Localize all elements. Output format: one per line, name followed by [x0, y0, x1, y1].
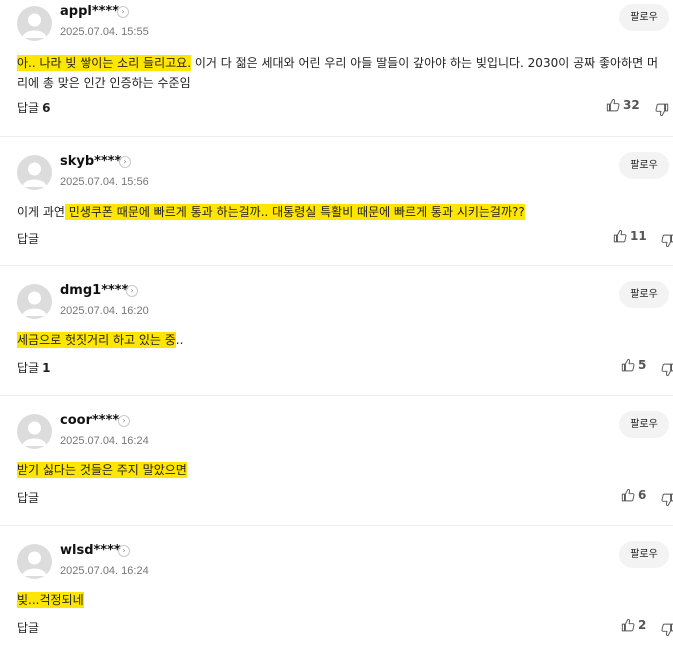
reply-label: 답글	[17, 491, 40, 505]
thumbs-down-icon	[661, 234, 673, 248]
highlighted-text: 빚...걱정되네	[17, 592, 84, 608]
highlighted-text: 민생쿠폰 때문에 빠르게 통과 하는걸까.. 대통령실 특활비 때문에 빠르게 …	[64, 204, 525, 220]
highlighted-text: 세금으로 헛짓거리 하고 있는 중	[17, 332, 176, 348]
thumbs-up-icon	[621, 358, 635, 372]
comment-item: skyb**** › 2025.07.04. 15:56 팔로우 이게 과연 민…	[0, 137, 673, 266]
comment-item: wlsd**** › 2025.07.04. 16:24 팔로우 빚...걱정되…	[0, 526, 673, 656]
comment-text: 아.. 나라 빚 쌓이는 소리 들리고요. 이거 다 젊은 세대와 어린 우리 …	[17, 53, 667, 93]
thumbs-down-icon	[661, 363, 673, 377]
like-button[interactable]: 6	[621, 488, 646, 502]
profile-chevron-icon[interactable]: ›	[117, 6, 129, 18]
reply-button[interactable]: 답글	[17, 489, 39, 506]
thumbs-up-icon	[621, 488, 635, 502]
dislike-button[interactable]	[655, 102, 669, 121]
thumbs-up-icon	[613, 229, 627, 243]
reply-label: 답글	[17, 232, 40, 246]
comment-list: appl**** › 2025.07.04. 15:55 팔로우 아.. 나라 …	[0, 0, 673, 656]
default-avatar-icon	[22, 421, 47, 446]
reply-label: 답글	[17, 361, 40, 375]
reply-button[interactable]: 답글	[17, 619, 39, 636]
follow-button[interactable]: 팔로우	[619, 411, 669, 438]
reply-count: 1	[42, 361, 51, 375]
follow-button[interactable]: 팔로우	[619, 281, 669, 308]
default-avatar-icon	[22, 162, 47, 187]
reply-button[interactable]: 답글 6	[17, 99, 50, 116]
comment-item: appl**** › 2025.07.04. 15:55 팔로우 아.. 나라 …	[0, 0, 673, 137]
profile-chevron-icon[interactable]: ›	[119, 156, 131, 168]
like-count: 2	[638, 618, 647, 632]
reply-label: 답글	[17, 621, 40, 635]
avatar[interactable]	[17, 155, 52, 190]
highlighted-text: 아.. 나라 빚 쌓이는 소리 들리고요.	[17, 55, 192, 71]
dislike-button[interactable]	[661, 233, 673, 252]
comment-text: 이게 과연 민생쿠폰 때문에 빠르게 통과 하는걸까.. 대통령실 특활비 때문…	[17, 202, 667, 222]
reply-count: 6	[42, 101, 51, 115]
like-count: 5	[638, 358, 647, 372]
profile-chevron-icon[interactable]: ›	[118, 415, 130, 427]
comment-text: 받기 싫다는 것들은 주지 말았으면	[17, 460, 667, 480]
comment-item: dmg1**** › 2025.07.04. 16:20 팔로우 세금으로 헛짓…	[0, 266, 673, 396]
profile-chevron-icon[interactable]: ›	[126, 285, 138, 297]
dislike-button[interactable]	[661, 362, 673, 381]
like-count: 32	[623, 98, 640, 112]
thumbs-down-icon	[661, 623, 673, 637]
like-button[interactable]: 5	[621, 358, 646, 372]
thumbs-down-icon	[655, 103, 669, 117]
avatar[interactable]	[17, 284, 52, 319]
default-avatar-icon	[22, 291, 47, 316]
like-button[interactable]: 11	[613, 229, 647, 243]
default-avatar-icon	[22, 551, 47, 576]
username[interactable]: skyb****	[60, 154, 121, 169]
profile-chevron-icon[interactable]: ›	[118, 545, 130, 557]
follow-button[interactable]: 팔로우	[619, 152, 669, 179]
dislike-button[interactable]	[661, 492, 673, 511]
reply-label: 답글	[17, 101, 40, 115]
comment-text-prefix: 이게 과연	[17, 205, 65, 219]
thumbs-up-icon	[606, 98, 620, 112]
username[interactable]: appl****	[60, 4, 119, 19]
follow-button[interactable]: 팔로우	[619, 4, 669, 31]
like-count: 11	[630, 229, 647, 243]
reply-button[interactable]: 답글 1	[17, 359, 50, 376]
default-avatar-icon	[22, 13, 47, 38]
thumbs-up-icon	[621, 618, 635, 632]
thumbs-down-icon	[661, 493, 673, 507]
timestamp: 2025.07.04. 16:24	[60, 565, 149, 577]
comment-text: 빚...걱정되네	[17, 590, 667, 610]
username[interactable]: coor****	[60, 413, 119, 428]
timestamp: 2025.07.04. 15:56	[60, 176, 149, 188]
timestamp: 2025.07.04. 15:55	[60, 26, 149, 38]
comment-text: 세금으로 헛짓거리 하고 있는 중..	[17, 330, 667, 350]
highlighted-text: 받기 싫다는 것들은 주지 말았으면	[17, 462, 187, 478]
avatar[interactable]	[17, 544, 52, 579]
timestamp: 2025.07.04. 16:20	[60, 305, 149, 317]
comment-text-rest: ..	[175, 333, 184, 347]
username[interactable]: dmg1****	[60, 283, 128, 298]
like-count: 6	[638, 488, 647, 502]
like-button[interactable]: 32	[606, 98, 640, 112]
avatar[interactable]	[17, 414, 52, 449]
reply-button[interactable]: 답글	[17, 230, 39, 247]
comment-item: coor**** › 2025.07.04. 16:24 팔로우 받기 싫다는 …	[0, 396, 673, 526]
avatar[interactable]	[17, 6, 52, 41]
username[interactable]: wlsd****	[60, 543, 121, 558]
like-button[interactable]: 2	[621, 618, 646, 632]
follow-button[interactable]: 팔로우	[619, 541, 669, 568]
timestamp: 2025.07.04. 16:24	[60, 435, 149, 447]
dislike-button[interactable]	[661, 622, 673, 641]
